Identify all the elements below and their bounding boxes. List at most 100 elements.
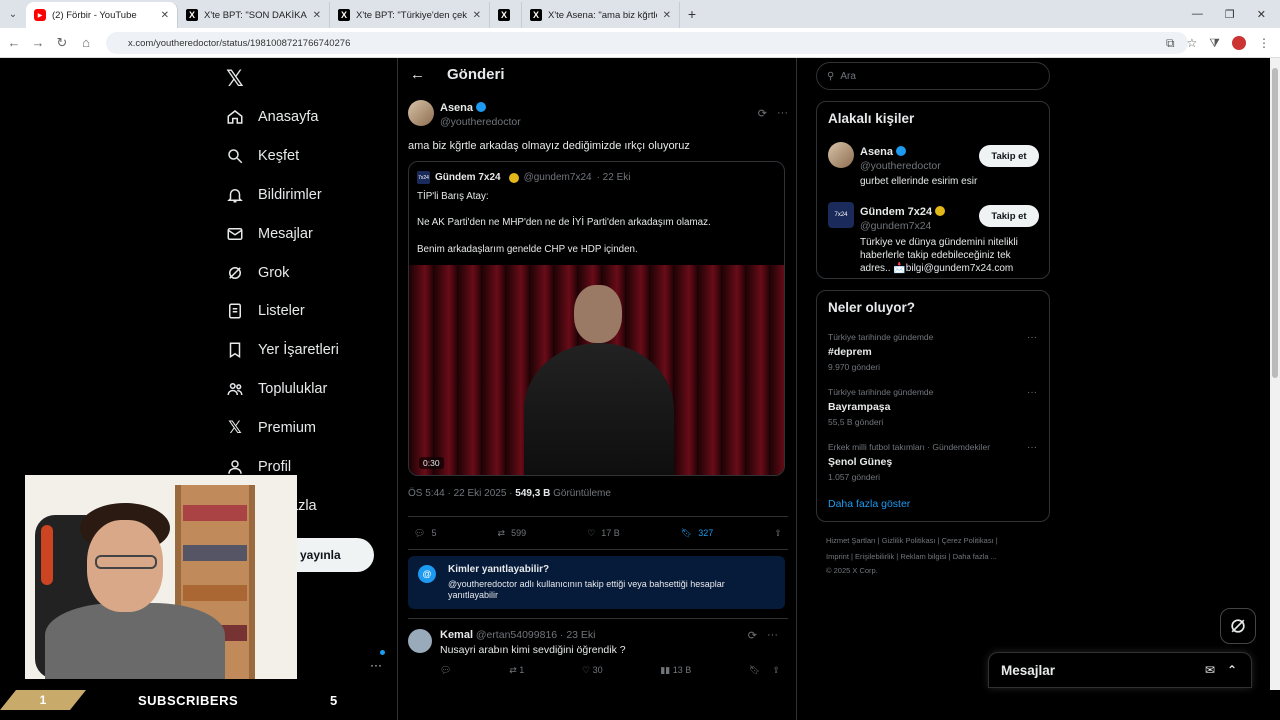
forward-icon[interactable]: → [26, 35, 50, 50]
grok-floating-button[interactable] [1220, 608, 1256, 644]
quote-handle: @gundem7x24 [523, 172, 592, 183]
show-more-link[interactable]: Daha fazla göster [828, 498, 910, 510]
person-handle: @youtheredoctor [860, 160, 941, 172]
close-icon[interactable]: ✕ [473, 10, 481, 21]
like-button[interactable]: ♡ 30 [582, 665, 603, 676]
tab-search-icon[interactable]: ⌄ [0, 9, 26, 20]
sidebar-item-grok[interactable]: Grok [226, 262, 289, 284]
sidebar-item-communities[interactable]: Topluluklar [226, 378, 327, 400]
sidebar-item-explore[interactable]: Keşfet [226, 145, 299, 167]
quote-text-line: Benim arkadaşlarım genelde CHP ve HDP iç… [417, 244, 638, 255]
subscriber-count: 5 [330, 693, 338, 708]
reply-post[interactable]: Kemal @ertan54099816 · 23 Eki ⟳ ··· Nusa… [408, 618, 788, 708]
home-icon[interactable]: ⌂ [74, 35, 98, 50]
new-tab-icon[interactable]: + [680, 6, 704, 22]
follow-button[interactable]: Takip et [979, 145, 1039, 167]
reply-author-handle[interactable]: @ertan54099816 [476, 629, 557, 641]
reply-icon[interactable]: 💬︎ [440, 665, 451, 676]
trend-item[interactable]: Erkek milli futbol takımları · Gündemdek… [828, 442, 990, 482]
repost-button[interactable]: ⇄ 1 [509, 665, 524, 676]
url-field[interactable]: x.com/youtheredoctor/status/198100872176… [106, 32, 1188, 54]
more-options-icon[interactable]: ··· [1027, 442, 1037, 453]
sidebar-item-label: Yer İşaretleri [258, 342, 339, 358]
sidebar-item-lists[interactable]: Listeler [226, 300, 305, 322]
sidebar-item-bookmarks[interactable]: Yer İşaretleri [226, 339, 339, 361]
scrollbar-thumb[interactable] [1272, 68, 1278, 378]
grok-icon [226, 264, 244, 282]
avatar[interactable]: 7x24 [828, 202, 854, 228]
author-handle[interactable]: @youtheredoctor [440, 116, 521, 128]
repost-button[interactable]: ⇄ 599 [498, 528, 527, 539]
page-title: Gönderi [447, 66, 505, 83]
browser-tab-bpt-1[interactable]: X X'te BPT: "SON DAKİKA | Terör ö ✕ [178, 2, 330, 28]
author-name[interactable]: Asena [440, 102, 473, 114]
avatar[interactable] [828, 142, 854, 168]
page-scrollbar[interactable] [1270, 58, 1280, 690]
quoted-post[interactable]: 7x24 Gündem 7x24 @gundem7x24 · 22 Eki Tİ… [408, 161, 785, 476]
close-icon[interactable]: ✕ [663, 10, 671, 21]
person-bio: Türkiye ve dünya gündemini nitelikli hab… [860, 237, 1018, 274]
trend-item[interactable]: Türkiye tarihinde gündemde #deprem 9.970… [828, 332, 933, 372]
more-options-icon[interactable]: ··· [767, 629, 778, 642]
footer-links[interactable]: Imprint | Erişilebilirlik | Reklam bilgi… [826, 552, 997, 561]
share-icon[interactable]: ⇪ [772, 665, 780, 676]
window-close-icon[interactable]: ✕ [1257, 8, 1266, 21]
video-player[interactable]: 0:30 [409, 265, 784, 475]
post-button[interactable]: yayınla [296, 538, 374, 572]
back-arrow-icon[interactable]: ← [410, 66, 425, 83]
browser-tab-youtube[interactable]: ▶ (2) Förbir - YouTube ✕ [26, 2, 178, 28]
bookmark-button[interactable]: 🔖︎ 327 [681, 528, 713, 539]
more-options-icon[interactable]: ··· [1027, 387, 1037, 398]
reply-text: Nusayri arabın kimi sevdiğini öğrendik ? [440, 644, 626, 656]
extensions-icon[interactable]: ⧩ [1209, 36, 1220, 51]
follow-button[interactable]: Takip et [979, 205, 1039, 227]
share-button[interactable]: ⇪ [774, 528, 782, 539]
subscriber-counter-overlay: 1 SUBSCRIBERS 5 [0, 690, 400, 712]
account-menu-dots-icon[interactable]: ··· [370, 658, 382, 672]
bookmark-icon[interactable]: 🔖︎ [749, 665, 760, 676]
like-button[interactable]: ♡ 17 B [587, 528, 620, 539]
sidebar-item-messages[interactable]: Mesajlar [226, 223, 313, 245]
person-name[interactable]: Asena [860, 146, 893, 158]
menu-icon[interactable]: ⋮ [1258, 36, 1270, 50]
restore-icon[interactable]: ❐ [1225, 8, 1235, 21]
post-actions: 💬︎ 5 ⇄ 599 ♡ 17 B 🔖︎ 327 ⇪ [408, 516, 788, 550]
sidebar-item-home[interactable]: Anasayfa [226, 106, 318, 128]
search-input[interactable]: ⚲ Ara [816, 62, 1050, 90]
footer-links[interactable]: Hizmet Şartları | Gizlilik Politikası | … [826, 536, 998, 545]
post-timestamp[interactable]: ÖS 5:44 · 22 Eki 2025 · [408, 488, 513, 499]
new-message-icon[interactable]: ✉ [1205, 663, 1215, 677]
tab-title: X'te Asena: "ama biz kğrtle arka [548, 9, 657, 21]
sidebar-item-notifications[interactable]: Bildirimler [226, 184, 322, 206]
browser-tab-bpt-2[interactable]: X X'te BPT: "Türkiye'den çekilen P ✕ [330, 2, 490, 28]
trend-item[interactable]: Türkiye tarihinde gündemde Bayrampaşa 55… [828, 387, 933, 427]
back-icon[interactable]: ← [2, 35, 26, 50]
avatar[interactable] [408, 100, 434, 126]
install-icon[interactable]: ⧉ [1166, 36, 1175, 51]
close-icon[interactable]: ✕ [313, 10, 321, 21]
grok-icon [1231, 619, 1245, 633]
browser-tab-asena[interactable]: X X'te Asena: "ama biz kğrtle arka ✕ [522, 2, 680, 28]
grok-explain-icon[interactable]: ⟳ [758, 107, 767, 120]
reply-button[interactable]: 💬︎ 5 [414, 528, 436, 539]
more-options-icon[interactable]: ··· [1027, 332, 1037, 343]
messages-drawer[interactable]: Mesajlar ✉ ⌃ [988, 652, 1252, 688]
expand-icon[interactable]: ⌃ [1227, 663, 1237, 677]
list-icon [226, 302, 244, 320]
grok-explain-icon[interactable]: ⟳ [748, 629, 757, 642]
glasses-icon [95, 555, 157, 569]
avatar[interactable] [408, 629, 432, 653]
close-icon[interactable]: ✕ [161, 10, 169, 21]
profile-avatar-icon[interactable] [1232, 36, 1246, 50]
reply-author-name[interactable]: Kemal [440, 629, 473, 641]
browser-tab-x[interactable]: X [490, 2, 522, 28]
person-name[interactable]: Gündem 7x24 [860, 206, 932, 218]
reload-icon[interactable]: ↻ [50, 35, 74, 51]
x-logo-icon[interactable]: 𝕏 [226, 66, 244, 92]
sidebar-item-premium[interactable]: 𝕏 Premium [226, 417, 316, 439]
star-icon[interactable]: ☆ [1187, 36, 1198, 50]
mail-icon [226, 225, 244, 243]
more-options-icon[interactable]: ··· [777, 107, 788, 120]
views-button[interactable]: ▮▮ 13 B [660, 665, 691, 676]
minimize-icon[interactable]: — [1192, 8, 1203, 21]
